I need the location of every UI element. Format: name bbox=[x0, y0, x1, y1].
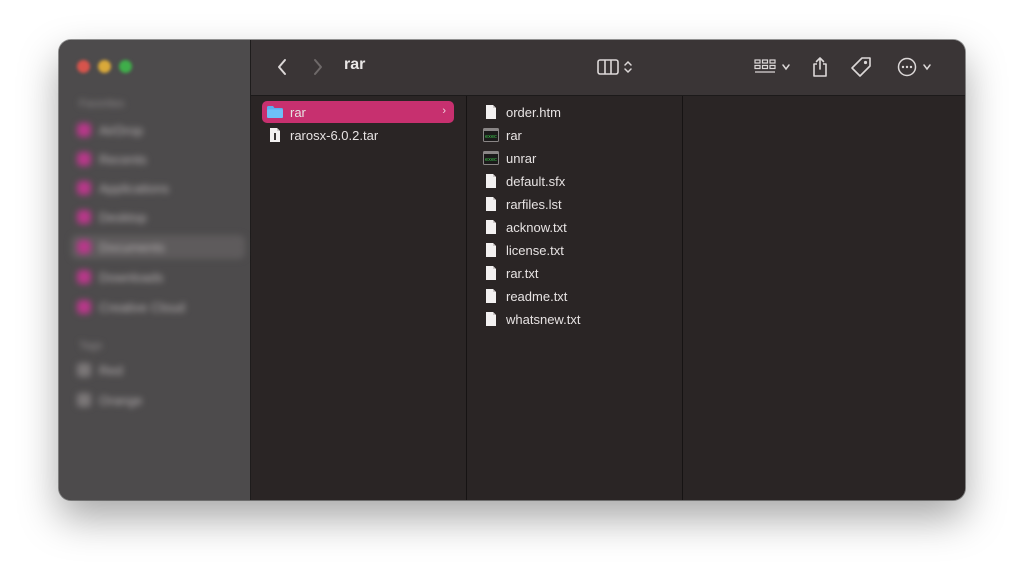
chevron-down-icon bbox=[922, 64, 931, 71]
list-item-file[interactable]: readme.txt bbox=[478, 285, 670, 307]
list-item-file[interactable]: order.htm bbox=[478, 101, 670, 123]
group-grid-icon bbox=[753, 59, 776, 73]
back-button[interactable] bbox=[271, 55, 293, 79]
document-icon bbox=[482, 310, 500, 328]
list-item-file[interactable]: exec rar bbox=[478, 124, 670, 146]
downloads-icon bbox=[77, 270, 91, 284]
list-item-file-rarosx[interactable]: rarosx-6.0.2.tar bbox=[262, 124, 454, 146]
list-item-label: acknow.txt bbox=[506, 219, 567, 235]
list-item-file[interactable]: whatsnew.txt bbox=[478, 308, 670, 330]
sidebar-item-airdrop[interactable]: AirDrop bbox=[71, 118, 245, 142]
list-item-file[interactable]: acknow.txt bbox=[478, 216, 670, 238]
updown-chevron-icon bbox=[624, 60, 632, 74]
sidebar-item-desktop[interactable]: Desktop bbox=[71, 205, 245, 229]
cloud-icon bbox=[77, 300, 91, 314]
list-item-label: default.sfx bbox=[506, 173, 566, 189]
chevron-right-icon bbox=[314, 59, 322, 75]
document-icon bbox=[482, 241, 500, 259]
window-title: rar bbox=[344, 56, 366, 73]
column-view-icon bbox=[597, 59, 619, 75]
document-icon bbox=[482, 103, 500, 121]
group-button[interactable] bbox=[751, 55, 793, 79]
chevron-left-icon bbox=[278, 59, 286, 75]
sidebar-item-applications[interactable]: Applications bbox=[71, 176, 245, 200]
tag-icon bbox=[77, 393, 91, 407]
sidebar-item-recents[interactable]: Recents bbox=[71, 147, 245, 171]
finder-window: Favorites AirDrop Recents Applications D… bbox=[59, 40, 965, 500]
sidebar-item-downloads[interactable]: Downloads bbox=[71, 265, 245, 289]
tag-button[interactable] bbox=[849, 55, 873, 79]
column-3-empty bbox=[683, 96, 965, 500]
sidebar-tag-orange[interactable]: Orange bbox=[71, 388, 245, 412]
more-actions-button[interactable] bbox=[894, 55, 934, 79]
list-item-label: license.txt bbox=[506, 242, 564, 258]
zoom-window-button[interactable] bbox=[119, 60, 132, 73]
view-mode-button[interactable] bbox=[594, 55, 636, 79]
list-item-label: order.htm bbox=[506, 104, 561, 120]
sidebar-item-documents[interactable]: Documents bbox=[71, 235, 245, 259]
share-icon bbox=[813, 57, 827, 77]
sidebar-heading-favorites: Favorites bbox=[79, 98, 125, 110]
list-item-file[interactable]: rarfiles.lst bbox=[478, 193, 670, 215]
list-item-label: readme.txt bbox=[506, 288, 568, 304]
recents-icon bbox=[77, 152, 91, 166]
document-icon bbox=[482, 264, 500, 282]
document-icon bbox=[482, 218, 500, 236]
sidebar-heading-tags: Tags bbox=[79, 340, 103, 352]
toolbar: rar bbox=[251, 40, 965, 96]
document-icon bbox=[482, 172, 500, 190]
list-item-label: rarosx-6.0.2.tar bbox=[290, 127, 379, 143]
sidebar-item-creative-cloud[interactable]: Creative Cloud bbox=[71, 295, 245, 319]
list-item-label: rar.txt bbox=[506, 265, 539, 281]
list-item-label: rarfiles.lst bbox=[506, 196, 562, 212]
document-icon bbox=[482, 287, 500, 305]
forward-button[interactable] bbox=[307, 55, 329, 79]
tag-icon bbox=[77, 363, 91, 377]
sidebar-tag-red[interactable]: Red bbox=[71, 358, 245, 382]
folder-icon bbox=[266, 103, 284, 121]
desktop-icon bbox=[77, 210, 91, 224]
sidebar: Favorites AirDrop Recents Applications D… bbox=[59, 40, 251, 500]
chevron-right-icon: › bbox=[442, 105, 446, 117]
tag-icon bbox=[851, 57, 871, 77]
column-2: order.htm exec rar exec unrar default.sf… bbox=[467, 96, 683, 500]
documents-icon bbox=[77, 240, 91, 254]
svg-text:exec: exec bbox=[485, 134, 497, 140]
document-icon bbox=[482, 195, 500, 213]
list-item-folder-rar[interactable]: rar › bbox=[262, 101, 454, 123]
list-item-label: unrar bbox=[506, 150, 537, 166]
ellipsis-circle-icon bbox=[897, 57, 916, 77]
svg-text:exec: exec bbox=[485, 157, 497, 163]
list-item-label: rar bbox=[290, 104, 306, 120]
column-1: rar › rarosx-6.0.2.tar bbox=[251, 96, 467, 500]
window-controls bbox=[77, 60, 132, 73]
airdrop-icon bbox=[77, 123, 91, 137]
list-item-file[interactable]: exec unrar bbox=[478, 147, 670, 169]
terminal-executable-icon: exec bbox=[482, 149, 500, 167]
list-item-file[interactable]: default.sfx bbox=[478, 170, 670, 192]
share-button[interactable] bbox=[809, 55, 831, 79]
list-item-file[interactable]: license.txt bbox=[478, 239, 670, 261]
terminal-executable-icon: exec bbox=[482, 126, 500, 144]
document-icon bbox=[266, 126, 284, 144]
minimize-window-button[interactable] bbox=[98, 60, 111, 73]
list-item-file[interactable]: rar.txt bbox=[478, 262, 670, 284]
close-window-button[interactable] bbox=[77, 60, 90, 73]
list-item-label: rar bbox=[506, 127, 522, 143]
applications-icon bbox=[77, 181, 91, 195]
list-item-label: whatsnew.txt bbox=[506, 311, 581, 327]
chevron-down-icon bbox=[781, 64, 790, 71]
